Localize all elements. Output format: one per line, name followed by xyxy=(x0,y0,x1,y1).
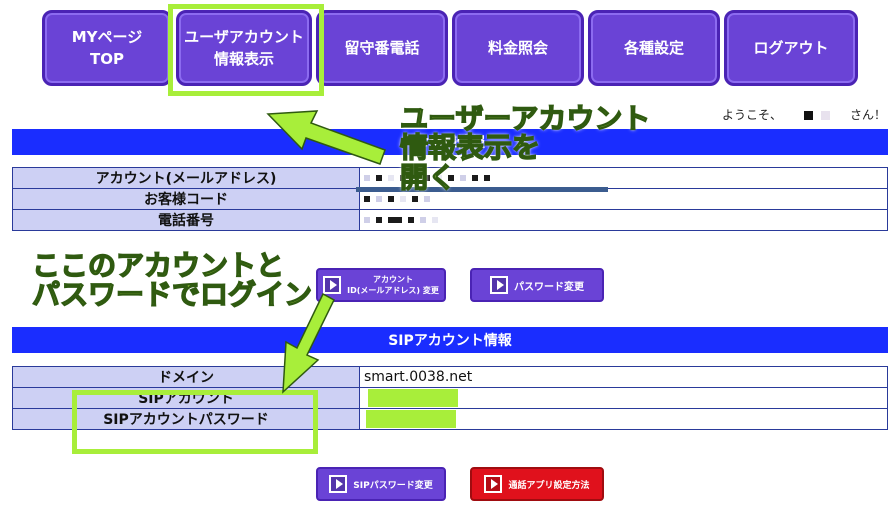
highlight-nav-box xyxy=(168,4,324,96)
highlight-sip-labels-box xyxy=(72,390,318,454)
welcome-suffix: さん！ xyxy=(849,108,886,122)
welcome-text: ようこそ、 さん！ xyxy=(722,106,886,123)
play-icon xyxy=(484,475,503,493)
annotation-line: ユーザーアカウント xyxy=(399,102,651,135)
redacted-name xyxy=(803,111,813,120)
table-row: 電話番号 xyxy=(12,209,888,231)
row-label: 電話番号 xyxy=(12,209,360,231)
nav-label: 各種設定 xyxy=(623,39,684,57)
button-label: アカウント xyxy=(373,275,413,284)
nav-label: 留守番電話 xyxy=(344,39,420,57)
row-label: ドメイン xyxy=(12,366,360,388)
nav-mypage-top[interactable]: MYページ TOP xyxy=(42,10,172,86)
play-icon xyxy=(329,475,348,493)
sip-info-header: SIPアカウント情報 xyxy=(12,327,888,353)
change-account-id-button[interactable]: アカウント ID(メールアドレス) 変更 xyxy=(316,268,446,302)
nav-settings[interactable]: 各種設定 xyxy=(588,10,720,86)
button-label: ID(メールアドレス) 変更 xyxy=(347,286,439,295)
nav-label: TOP xyxy=(90,50,124,68)
nav-label: 料金照会 xyxy=(487,39,548,57)
row-label: お客様コード xyxy=(12,188,360,210)
annotation-line: ここのアカウントと xyxy=(31,249,285,282)
play-icon xyxy=(323,276,342,294)
sip-account-value xyxy=(359,387,888,409)
change-password-button[interactable]: パスワード変更 xyxy=(470,268,604,302)
annotation-line: パスワードでログイン xyxy=(31,278,313,312)
annotation-open-user-info: ユーザーアカウント 情報表示を 開く xyxy=(399,102,651,194)
sip-password-change-button[interactable]: SIPパスワード変更 xyxy=(316,467,446,501)
nav-logout[interactable]: ログアウト xyxy=(724,10,858,86)
phone-number-value xyxy=(359,209,888,231)
nav-label: MYページ xyxy=(71,28,143,46)
play-icon xyxy=(490,276,508,294)
annotation-login-with-account: ここのアカウントと パスワードでログイン xyxy=(31,249,313,312)
button-label: SIPパスワード変更 xyxy=(353,480,433,491)
sip-password-value xyxy=(359,408,888,430)
annotation-line: 情報表示を xyxy=(399,131,541,165)
button-label: 通話アプリ設定方法 xyxy=(508,480,590,491)
button-label: パスワード変更 xyxy=(514,281,584,293)
section-title: SIPアカウント情報 xyxy=(388,333,512,349)
domain-value: smart.0038.net xyxy=(359,366,888,388)
call-app-settings-button[interactable]: 通話アプリ設定方法 xyxy=(470,467,604,501)
annotation-line: 開く xyxy=(399,160,457,194)
redacted-name xyxy=(820,111,830,120)
nav-label: ログアウト xyxy=(753,39,829,57)
welcome-prefix: ようこそ、 xyxy=(721,108,782,122)
nav-billing[interactable]: 料金照会 xyxy=(452,10,584,86)
row-label: アカウント(メールアドレス) xyxy=(12,167,360,189)
table-row: ドメイン smart.0038.net xyxy=(12,366,888,388)
nav-voicemail[interactable]: 留守番電話 xyxy=(316,10,448,86)
